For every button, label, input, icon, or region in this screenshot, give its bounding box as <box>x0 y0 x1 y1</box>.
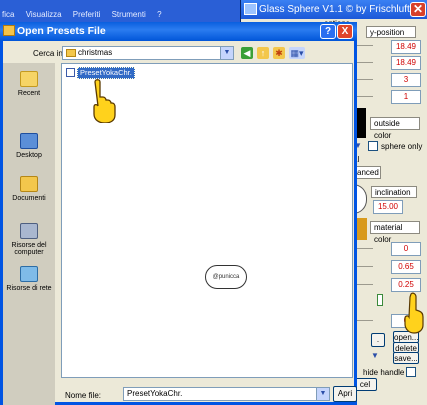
recent-icon <box>20 71 38 87</box>
chevron-down-icon[interactable]: ▼ <box>316 388 329 400</box>
places-bar: Recent Desktop Documenti Risorse del com… <box>3 63 55 405</box>
pointing-hand-icon <box>93 79 116 123</box>
place-recent-label: Recent <box>17 90 41 97</box>
place-recent[interactable]: Recent <box>3 71 55 97</box>
file-item-name: PresetYokaChr. <box>77 67 135 79</box>
glass-sphere-title: Glass Sphere V1.1 © by Frischluft ... <box>259 4 421 15</box>
menu-item-help[interactable]: ? <box>157 10 161 19</box>
look-in-label: Cerca in: <box>33 49 66 58</box>
material-color-button[interactable]: material color <box>370 221 420 244</box>
glass-sphere-titlebar: Glass Sphere V1.1 © by Frischluft ... ✕ <box>241 0 427 19</box>
advanced-tab[interactable]: anced <box>353 166 381 179</box>
material-field-3[interactable]: 0.25 <box>391 278 421 292</box>
place-desktop[interactable]: Desktop <box>3 133 55 159</box>
hide-handle-checkbox[interactable] <box>406 367 416 377</box>
menu-item-strumenti[interactable]: Strumenti <box>112 10 146 19</box>
computer-icon <box>20 223 38 239</box>
help-button[interactable]: ? <box>320 24 336 39</box>
filename-label: Nome file: <box>65 391 102 400</box>
place-network[interactable]: Risorse di rete <box>3 266 55 292</box>
menu-item-modifica[interactable]: fica <box>2 10 14 19</box>
place-documents[interactable]: Documenti <box>3 176 55 202</box>
y-position-label: y-position <box>366 26 416 38</box>
host-titlebar <box>0 0 245 8</box>
inclination-field[interactable]: 15.00 <box>373 200 403 214</box>
chevron-down-icon[interactable]: ▼ <box>220 47 233 59</box>
file-list[interactable]: PresetYokaChr. @punicca <box>61 63 353 378</box>
app-icon <box>244 3 257 15</box>
open-button[interactable]: Apri <box>333 386 357 402</box>
param-field-3[interactable]: 3 <box>391 73 421 87</box>
up-folder-icon[interactable]: ↑ <box>257 47 269 59</box>
slider-handle[interactable] <box>377 294 383 306</box>
look-in-select[interactable]: christmas ▼ <box>62 46 234 60</box>
material-field-2[interactable]: 0.65 <box>391 260 421 274</box>
y-position-field[interactable]: 18.49 <box>391 40 421 54</box>
filename-input[interactable]: PresetYokaChr. ▼ <box>123 387 330 401</box>
documents-icon <box>20 176 38 192</box>
watermark-logo: @punicca <box>205 265 247 289</box>
file-item[interactable]: PresetYokaChr. <box>66 67 135 79</box>
dot-button[interactable]: . <box>371 333 385 347</box>
material-field-1[interactable]: 0 <box>391 242 421 256</box>
menu-item-preferiti[interactable]: Preferiti <box>73 10 101 19</box>
dialog-title: Open Presets File <box>17 25 106 37</box>
param-field-2[interactable]: 18.49 <box>391 56 421 70</box>
look-in-value: christmas <box>78 48 113 57</box>
menu-item-visualizza[interactable]: Visualizza <box>26 10 62 19</box>
folder-icon <box>66 49 76 57</box>
outside-color-button[interactable]: outside color <box>370 117 420 140</box>
place-desktop-label: Desktop <box>16 152 42 159</box>
inclination-label: inclination <box>371 186 417 198</box>
close-button[interactable]: X <box>337 24 353 39</box>
host-menubar: fica Visualizza Preferiti Strumenti ? <box>0 8 245 22</box>
place-computer[interactable]: Risorse del computer <box>3 223 55 256</box>
place-documents-label: Documenti <box>12 195 46 202</box>
file-icon <box>66 68 75 77</box>
new-folder-icon[interactable]: ✱ <box>273 47 285 59</box>
network-icon <box>20 266 38 282</box>
pointing-hand-icon <box>404 292 424 334</box>
folder-icon <box>3 25 15 36</box>
filename-value: PresetYokaChr. <box>127 389 183 398</box>
param-field-4[interactable]: 1 <box>391 90 421 104</box>
dialog-titlebar: Open Presets File ? X <box>0 22 357 41</box>
save-preset-button[interactable]: save... <box>393 352 419 364</box>
back-icon[interactable]: ◀ <box>241 47 253 59</box>
preset-dropdown-arrow-icon[interactable]: ▼ <box>371 351 379 360</box>
place-network-label: Risorse di rete <box>6 285 52 292</box>
hide-handle-label: hide handle <box>363 368 405 377</box>
desktop-icon <box>20 133 38 149</box>
place-computer-label: Risorse del computer <box>11 242 47 256</box>
sphere-only-label: sphere only <box>381 142 423 151</box>
close-icon[interactable]: ✕ <box>410 2 426 17</box>
sphere-only-checkbox[interactable] <box>368 141 378 151</box>
open-presets-dialog: Open Presets File ? X Cerca in: christma… <box>0 22 357 405</box>
view-menu-icon[interactable]: ▦▾ <box>289 47 305 59</box>
